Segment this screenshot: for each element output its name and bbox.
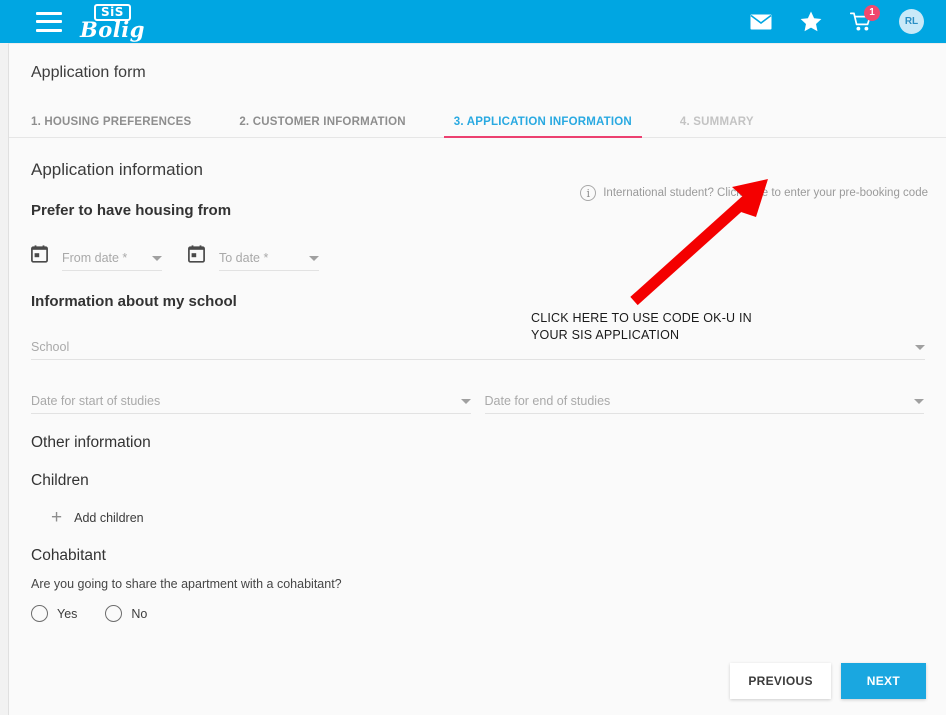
radio-yes-label: Yes: [57, 606, 78, 621]
from-date-field[interactable]: From date *: [31, 245, 162, 271]
avatar[interactable]: RL: [899, 9, 924, 34]
sis-bolig-logo[interactable]: SiS Bolig: [80, 3, 145, 42]
form-step-tabs: 1. HOUSING PREFERENCES 2. CUSTOMER INFOR…: [9, 102, 946, 138]
radio-no-label: No: [131, 606, 148, 621]
form-content: i International student? Click here to e…: [9, 160, 946, 622]
add-children-button[interactable]: + Add children: [51, 508, 924, 527]
from-date-input[interactable]: From date *: [62, 251, 162, 271]
tab-customer-information[interactable]: 2. CUSTOMER INFORMATION: [239, 116, 405, 137]
section-heading-cohabitant: Cohabitant: [31, 547, 106, 564]
hamburger-menu-icon[interactable]: [36, 11, 62, 32]
section-heading-school: Information about my school: [31, 293, 237, 310]
prebooking-code-link[interactable]: i International student? Click here to e…: [580, 185, 928, 201]
study-end-date-placeholder: Date for end of studies: [484, 394, 611, 408]
cohabitant-question: Are you going to share the apartment wit…: [31, 577, 342, 591]
cart-badge-count: 1: [864, 4, 880, 21]
school-select[interactable]: School: [31, 340, 925, 360]
radio-circle-icon: [31, 605, 48, 622]
add-children-label: Add children: [74, 510, 144, 525]
calendar-icon[interactable]: [188, 245, 205, 268]
to-date-field[interactable]: To date *: [188, 245, 319, 271]
info-icon: i: [580, 185, 597, 201]
application-form-card: Application form 1. HOUSING PREFERENCES …: [8, 43, 946, 715]
star-icon[interactable]: [799, 10, 823, 34]
to-date-input[interactable]: To date *: [219, 251, 319, 271]
study-start-date-select[interactable]: Date for start of studies: [31, 394, 471, 414]
tab-application-information[interactable]: 3. APPLICATION INFORMATION: [443, 116, 643, 138]
logo-bolig-text: Bolig: [80, 16, 145, 42]
chevron-down-icon: [915, 344, 925, 350]
chevron-down-icon: [152, 255, 162, 261]
header-actions: 1 RL: [749, 4, 924, 34]
previous-button[interactable]: PREVIOUS: [730, 663, 831, 699]
section-heading-housing-from: Prefer to have housing from: [31, 202, 232, 219]
radio-circle-icon: [105, 605, 123, 622]
chevron-down-icon: [460, 398, 471, 404]
section-heading-application-information: Application information: [31, 160, 203, 179]
app-header: SiS Bolig 1 RL: [0, 0, 946, 43]
next-button[interactable]: NEXT: [840, 663, 926, 699]
study-start-date-placeholder: Date for start of studies: [31, 394, 161, 408]
section-heading-other-information: Other information: [31, 434, 151, 451]
form-footer-actions: PREVIOUS NEXT: [730, 663, 926, 699]
section-heading-children: Children: [31, 472, 89, 489]
plus-icon: +: [51, 507, 63, 528]
radio-no[interactable]: No: [105, 605, 147, 622]
school-placeholder: School: [31, 340, 70, 354]
to-date-placeholder: To date *: [219, 251, 269, 265]
tab-housing-preferences[interactable]: 1. HOUSING PREFERENCES: [31, 116, 191, 137]
cart-icon[interactable]: 1: [849, 4, 880, 34]
housing-date-row: From date * To date *: [31, 245, 924, 271]
mail-icon[interactable]: [749, 10, 773, 34]
chevron-down-icon: [309, 255, 319, 261]
page-title: Application form: [31, 64, 146, 81]
radio-yes[interactable]: Yes: [31, 605, 77, 622]
tab-summary[interactable]: 4. SUMMARY: [680, 116, 754, 137]
study-end-date-select[interactable]: Date for end of studies: [484, 394, 924, 414]
calendar-icon[interactable]: [31, 245, 48, 268]
studies-date-row: Date for start of studies Date for end o…: [31, 394, 924, 414]
cohabitant-radio-group: Yes No: [31, 605, 924, 622]
from-date-placeholder: From date *: [62, 251, 128, 265]
prebooking-code-link-label: International student? Click here to ent…: [603, 187, 928, 199]
annotation-text: CLICK HERE TO USE CODE OK-U IN YOUR SIS …: [531, 311, 752, 342]
chevron-down-icon: [914, 398, 924, 404]
